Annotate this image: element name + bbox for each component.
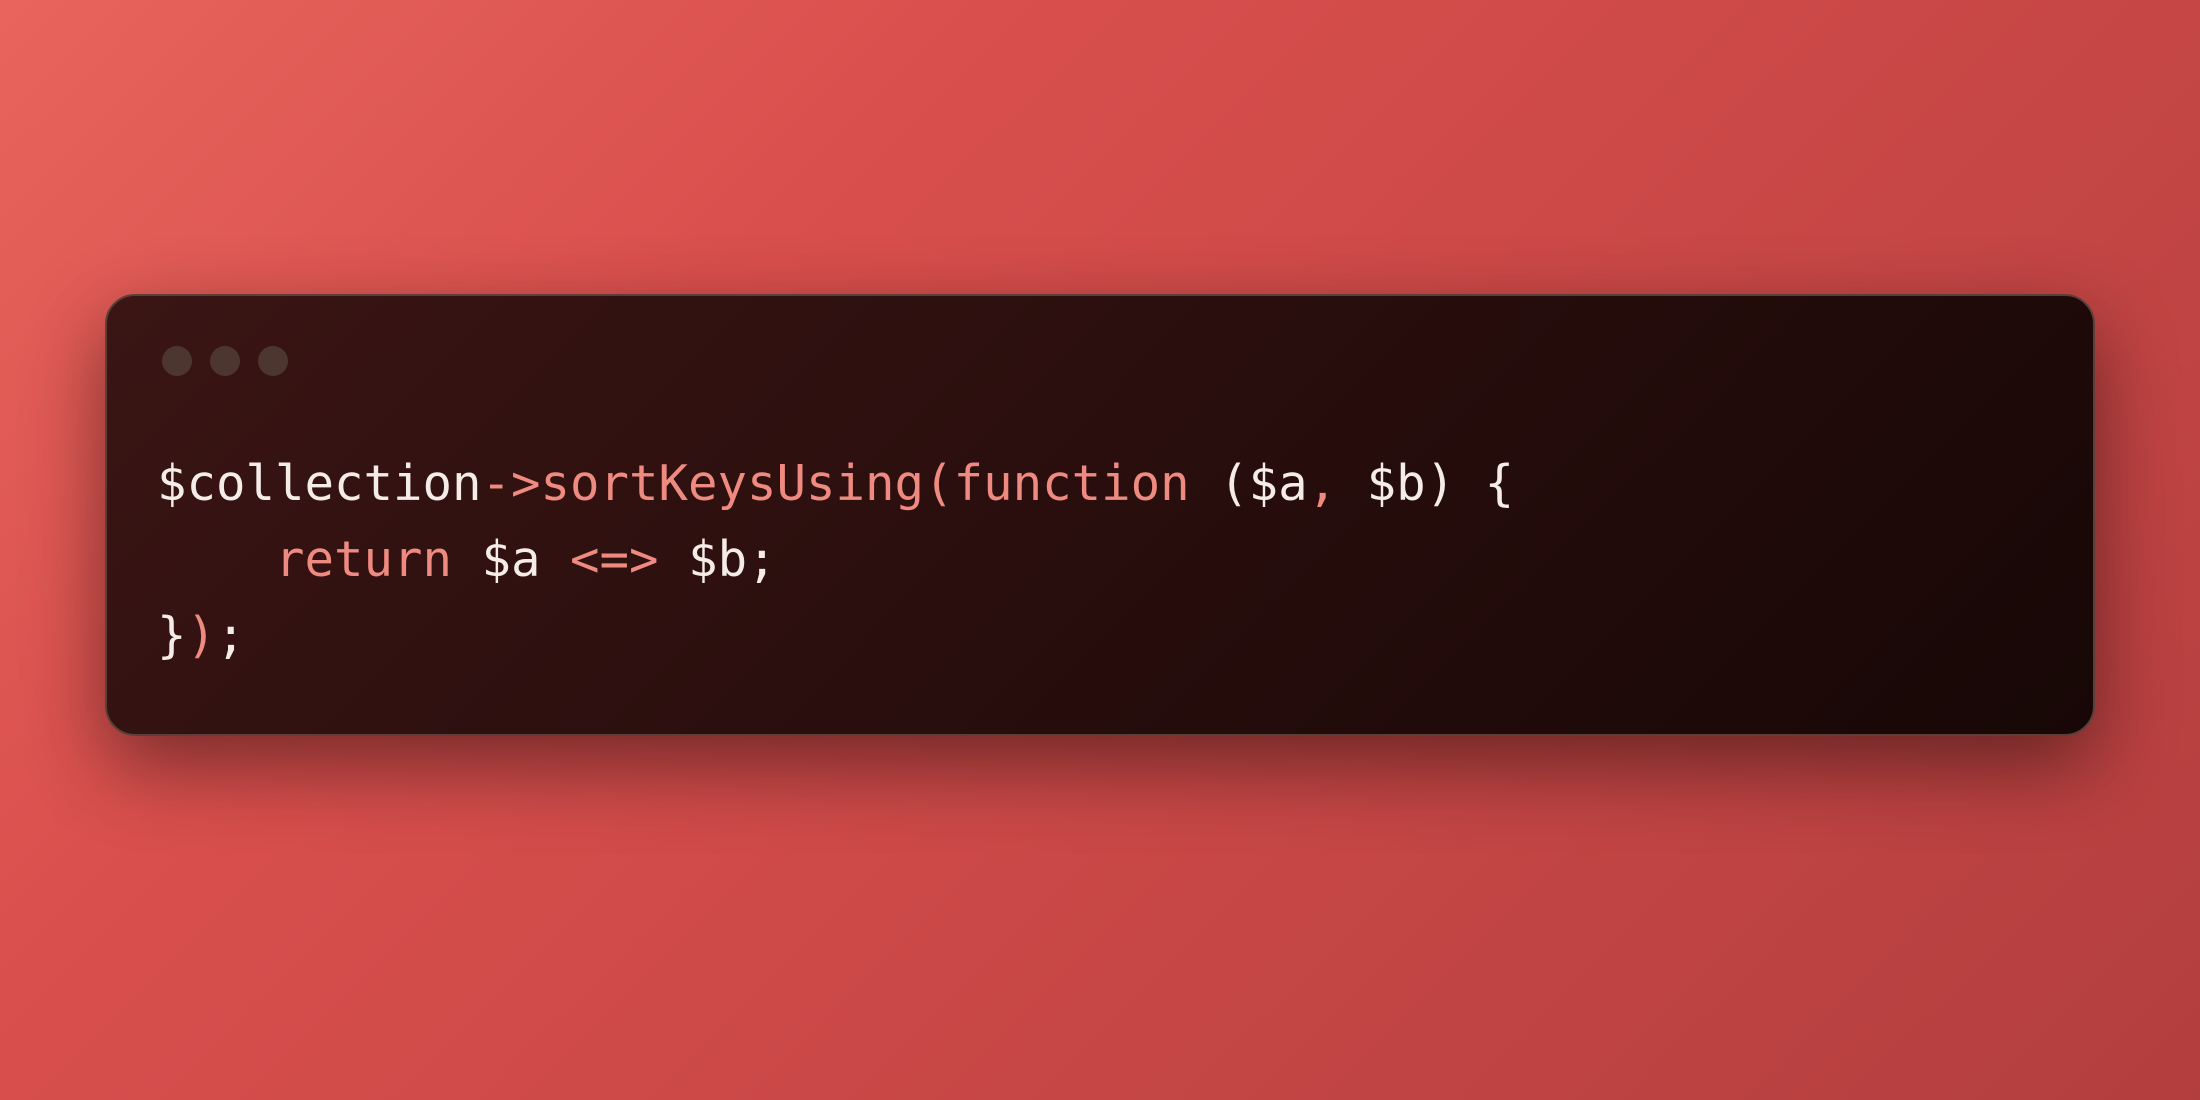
code-token: ($a <box>1190 455 1308 512</box>
code-block: $collection->sortKeysUsing(function ($a,… <box>157 446 2043 674</box>
code-indent <box>157 531 275 588</box>
code-token: -> <box>482 455 541 512</box>
code-token: ( <box>924 455 954 512</box>
code-token: sortKeysUsing <box>541 455 925 512</box>
code-token: function <box>954 455 1190 512</box>
code-token: ; <box>216 607 246 664</box>
code-token: <=> <box>570 531 659 588</box>
circle-icon <box>258 346 288 376</box>
code-token: } <box>157 607 187 664</box>
circle-icon <box>162 346 192 376</box>
code-token: ) <box>187 607 217 664</box>
code-window: $collection->sortKeysUsing(function ($a,… <box>105 294 2095 736</box>
code-token: $a <box>452 531 570 588</box>
code-token: $b) { <box>1337 455 1514 512</box>
window-titlebar <box>162 346 2043 376</box>
circle-icon <box>210 346 240 376</box>
code-token: $b; <box>659 531 777 588</box>
code-token: $collection <box>157 455 482 512</box>
code-token: return <box>275 531 452 588</box>
code-token: , <box>1308 455 1338 512</box>
